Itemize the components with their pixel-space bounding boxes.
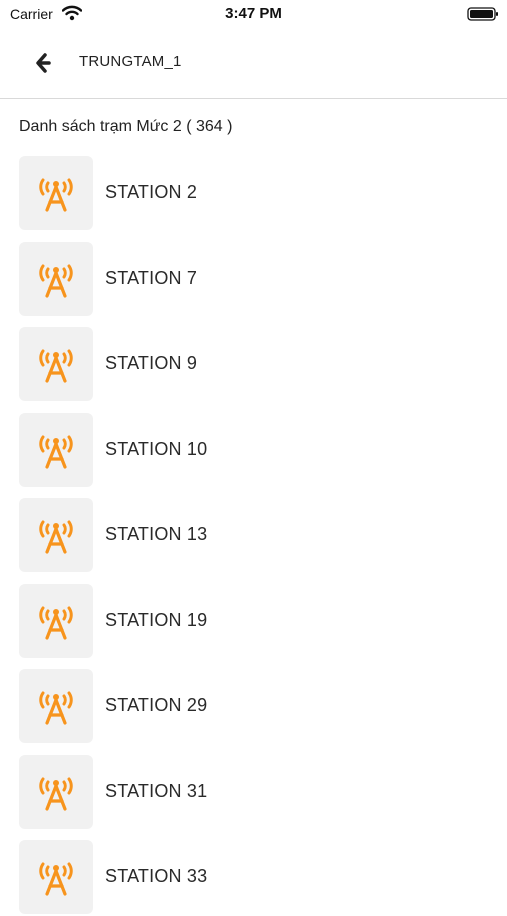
clock: 3:47 PM xyxy=(225,5,282,22)
station-name: STATION 10 xyxy=(105,438,208,459)
station-icon-tile xyxy=(19,840,93,914)
arrow-left-icon xyxy=(36,53,51,73)
back-button[interactable] xyxy=(30,48,60,78)
station-icon-tile xyxy=(19,498,93,572)
battery-icon xyxy=(467,7,498,21)
status-bar: Carrier 3:47 PM xyxy=(0,0,507,28)
station-list-item[interactable]: STATION 7 xyxy=(0,241,507,318)
antenna-tower-icon xyxy=(39,520,73,554)
station-name: STATION 2 xyxy=(105,182,198,202)
station-list-item[interactable]: STATION 13 xyxy=(0,498,507,574)
station-icon-tile xyxy=(19,241,93,316)
station-list-item[interactable]: STATION 29 xyxy=(0,669,507,745)
station-icon-tile xyxy=(19,327,93,401)
station-icon-tile xyxy=(19,669,93,743)
antenna-tower-icon xyxy=(39,264,73,298)
station-name: STATION 9 xyxy=(105,353,198,373)
antenna-tower-icon xyxy=(39,435,73,469)
station-icon-tile xyxy=(19,583,93,658)
station-list-item[interactable]: STATION 31 xyxy=(0,754,507,831)
station-name: STATION 33 xyxy=(105,866,208,886)
station-list-item[interactable]: STATION 9 xyxy=(0,327,507,403)
nav-header: TRUNGTAM_1 xyxy=(0,28,507,99)
station-list-item[interactable]: STATION 33 xyxy=(0,840,507,916)
station-list-item[interactable]: STATION 2 xyxy=(0,156,507,232)
antenna-tower-icon xyxy=(39,691,73,725)
station-name: STATION 7 xyxy=(105,267,198,288)
antenna-tower-icon xyxy=(39,777,73,811)
station-name: STATION 13 xyxy=(105,524,208,544)
station-icon-tile xyxy=(19,412,93,487)
page-title: TRUNGTAM_1 xyxy=(79,53,182,70)
station-name: STATION 31 xyxy=(105,780,208,801)
antenna-tower-icon xyxy=(39,178,73,212)
antenna-tower-icon xyxy=(39,349,73,383)
antenna-tower-icon xyxy=(39,606,73,640)
station-name: STATION 29 xyxy=(105,695,208,715)
station-name: STATION 19 xyxy=(105,609,208,630)
station-list-item[interactable]: STATION 19 xyxy=(0,583,507,660)
station-list-item[interactable]: STATION 10 xyxy=(0,412,507,489)
antenna-tower-icon xyxy=(39,862,73,896)
station-icon-tile xyxy=(19,754,93,829)
list-heading: Danh sách trạm Mức 2 ( 364 ) xyxy=(19,118,233,135)
station-icon-tile xyxy=(19,156,93,230)
